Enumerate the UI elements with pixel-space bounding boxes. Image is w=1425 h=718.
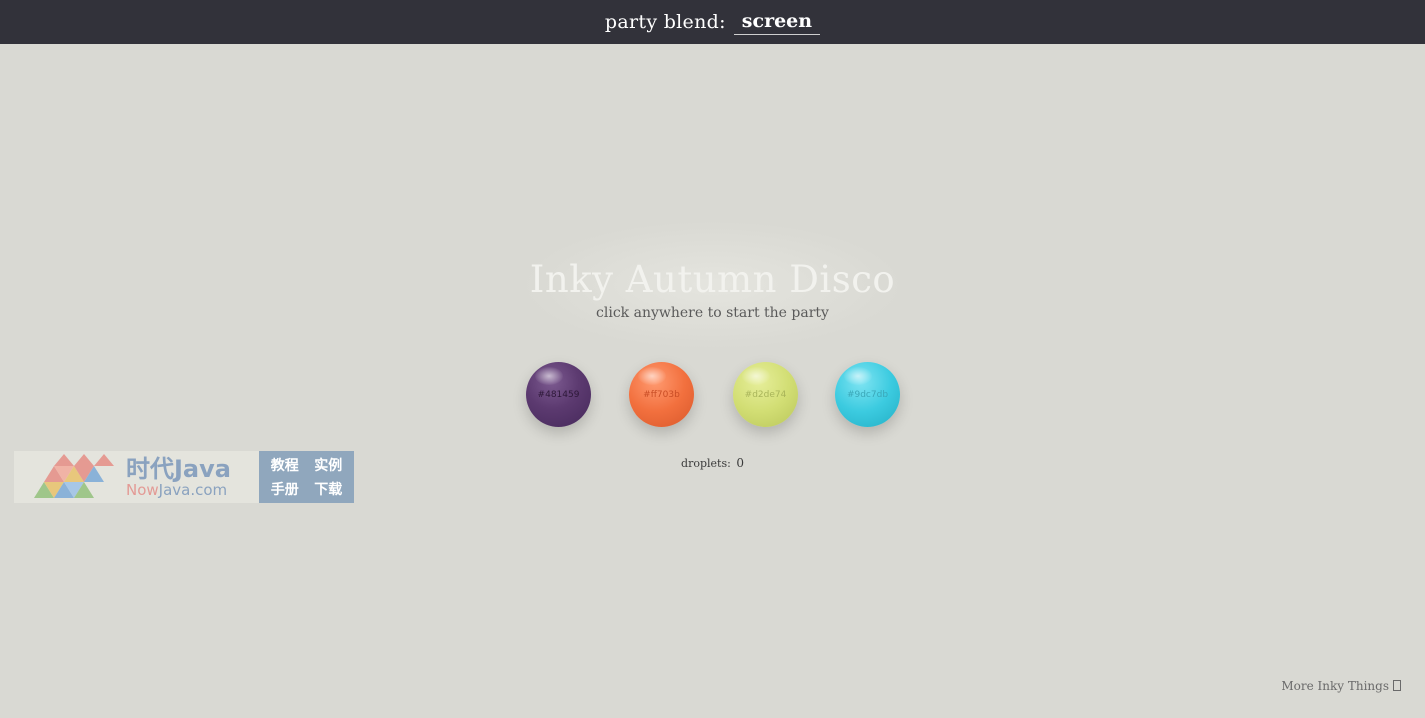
watermark-banner[interactable]: 时代Java NowJava.com 教程 实例 手册 下载 — [14, 451, 354, 503]
watermark-tag[interactable]: 教程 — [271, 455, 299, 475]
watermark-tags: 教程 实例 手册 下载 — [259, 451, 354, 503]
triangle-logo-icon — [34, 454, 114, 498]
watermark-site-now: Now — [126, 480, 159, 499]
color-orb-blue[interactable]: #9dc7db — [835, 362, 900, 427]
page-title: Inky Autumn Disco — [529, 258, 896, 301]
watermark-site-rest: Java.com — [158, 480, 228, 499]
more-link-label: More Inky Things — [1281, 679, 1389, 693]
watermark-site: NowJava.com — [126, 480, 231, 499]
external-box-icon — [1393, 680, 1401, 691]
orb-label: #d2de74 — [744, 389, 787, 400]
watermark-brand: 时代Java NowJava.com — [14, 451, 259, 503]
color-orb-purple[interactable]: #481459 — [526, 362, 591, 427]
page-subtitle: click anywhere to start the party — [596, 305, 829, 321]
orb-label: #ff703b — [643, 389, 680, 400]
orb-label: #481459 — [537, 389, 580, 400]
blend-label: party blend: — [604, 11, 726, 33]
watermark-text: 时代Java NowJava.com — [126, 457, 231, 498]
color-orb-green[interactable]: #d2de74 — [733, 362, 798, 427]
watermark-tag[interactable]: 实例 — [314, 455, 342, 475]
watermark-title: 时代Java — [126, 454, 231, 483]
droplets-label: droplets: — [681, 457, 731, 470]
watermark-tag[interactable]: 下载 — [314, 479, 342, 499]
watermark-tag[interactable]: 手册 — [271, 479, 299, 499]
more-inky-things-link[interactable]: More Inky Things — [1281, 679, 1401, 693]
top-bar: party blend: screen — [0, 0, 1425, 44]
blend-mode-selector[interactable]: screen — [733, 10, 821, 35]
orb-label: #9dc7db — [846, 389, 889, 400]
color-orb-orange[interactable]: #ff703b — [629, 362, 694, 427]
droplets-count: 0 — [736, 456, 744, 470]
